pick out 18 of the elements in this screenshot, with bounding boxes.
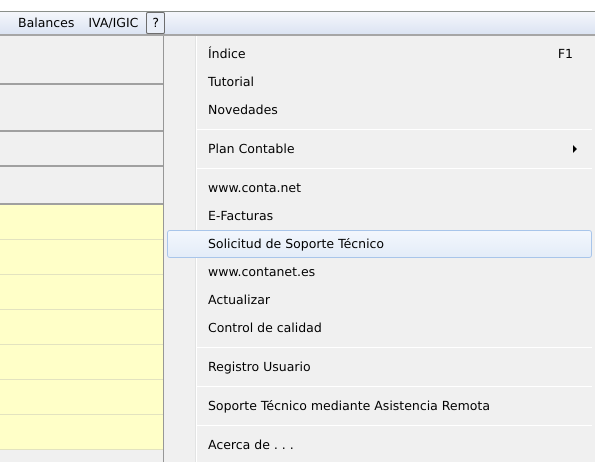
menu-item[interactable]: Acerca de . . .: [167, 431, 592, 459]
menu-item[interactable]: Novedades: [167, 96, 592, 124]
menu-item[interactable]: www.contanet.es: [167, 258, 592, 286]
menu-bar-item[interactable]: ?: [146, 12, 166, 34]
menu-item[interactable]: E-Facturas: [167, 202, 592, 230]
menu-bar-item[interactable]: IVA/IGIC: [82, 12, 144, 34]
menu-bar-item[interactable]: Balances: [12, 12, 80, 34]
menu-item[interactable]: Soporte Técnico mediante Asistencia Remota: [167, 392, 592, 420]
menu-item[interactable]: Índice F1: [167, 40, 592, 68]
submenu-arrow-icon: [573, 145, 577, 153]
menu-item[interactable]: Tutorial: [167, 68, 592, 96]
menu-item[interactable]: www.conta.net: [167, 174, 592, 202]
shortcut-label: F1: [558, 44, 573, 63]
menu-item[interactable]: Control de calidad: [167, 314, 592, 342]
menu-item[interactable]: Solicitud de Soporte Técnico: [167, 230, 592, 258]
menu-item[interactable]: Plan Contable: [167, 135, 592, 163]
menu-item[interactable]: Actualizar: [167, 286, 592, 314]
menu-item[interactable]: Registro Usuario: [167, 353, 592, 381]
